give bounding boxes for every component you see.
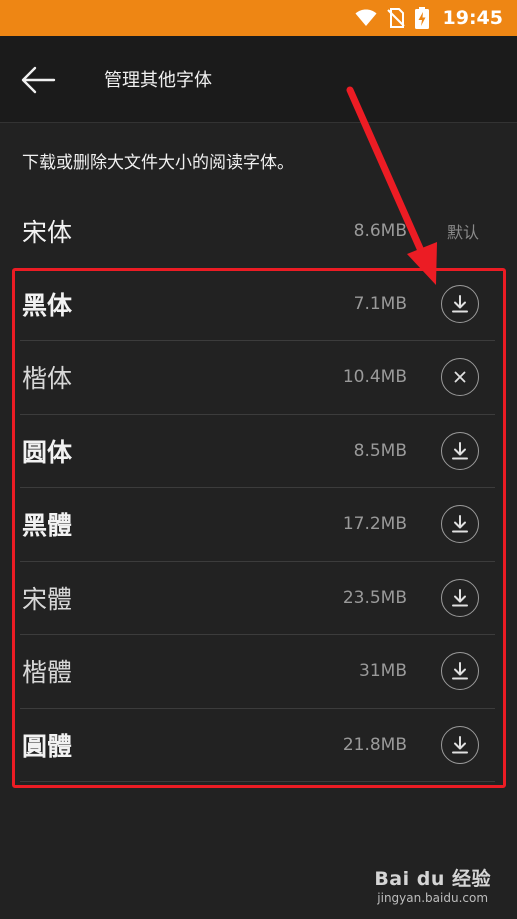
font-name: 楷体 (22, 364, 73, 394)
back-arrow-icon (21, 66, 56, 94)
download-button[interactable] (441, 652, 479, 691)
font-row-yuanti: 圆体 8.5MB (20, 415, 495, 488)
download-icon (452, 735, 468, 754)
font-size: 21.8MB (342, 734, 407, 755)
battery-charging-icon (414, 7, 429, 29)
watermark-url: jingyan.baidu.com (377, 891, 489, 905)
download-icon (452, 441, 468, 460)
font-name: 圓體 (22, 731, 73, 761)
watermark: Bai du 经验 jingyan.baidu.com (374, 864, 491, 905)
download-icon (452, 294, 468, 313)
download-button[interactable] (441, 578, 479, 617)
app-bar: 管理其他字体 (0, 36, 517, 123)
font-row-yuanti-traditional: 圓體 21.8MB (20, 709, 495, 782)
description-text: 下载或删除大文件大小的阅读字体。 (22, 153, 294, 173)
watermark-logo: Bai du 经验 (374, 868, 491, 890)
download-icon (452, 515, 468, 533)
font-row-songti: 宋体 8.6MB 默认 (20, 194, 495, 268)
status-time: 19:45 (442, 7, 503, 29)
font-name: 圆体 (22, 437, 73, 467)
download-button[interactable] (441, 284, 479, 323)
wifi-icon (355, 9, 377, 26)
font-list: 宋体 8.6MB 默认 黑体 7.1MB 楷体 10.4MB 圆体 8.5MB (0, 194, 517, 782)
cancel-download-button[interactable] (441, 358, 479, 397)
download-icon (452, 662, 468, 680)
font-size: 31MB (359, 661, 407, 682)
download-button[interactable] (441, 725, 479, 764)
font-name: 黑体 (22, 290, 73, 320)
font-name: 楷體 (22, 658, 73, 688)
font-size: 17.2MB (342, 514, 407, 535)
download-button[interactable] (441, 505, 479, 544)
font-row-kaiti: 楷体 10.4MB (20, 341, 495, 415)
font-size: 23.5MB (342, 587, 407, 608)
font-row-heiti-traditional: 黑體 17.2MB (20, 488, 495, 562)
cancel-icon (454, 371, 466, 383)
font-row-songti-traditional: 宋體 23.5MB (20, 562, 495, 635)
font-size: 8.6MB (353, 220, 407, 241)
font-row-heiti: 黑体 7.1MB (20, 268, 495, 341)
font-size: 10.4MB (342, 367, 407, 388)
font-name: 宋體 (22, 584, 73, 614)
download-button[interactable] (441, 431, 479, 470)
download-icon (452, 588, 468, 607)
page-title: 管理其他字体 (104, 70, 212, 91)
font-size: 8.5MB (353, 440, 407, 461)
back-button[interactable] (18, 60, 58, 100)
font-name: 宋体 (22, 217, 73, 247)
default-label: 默认 (446, 222, 479, 242)
font-name: 黑體 (22, 511, 73, 541)
no-sim-icon (386, 8, 405, 28)
font-size: 7.1MB (353, 293, 407, 314)
status-bar: 19:45 (0, 0, 517, 36)
font-row-kaiti-traditional: 楷體 31MB (20, 635, 495, 709)
